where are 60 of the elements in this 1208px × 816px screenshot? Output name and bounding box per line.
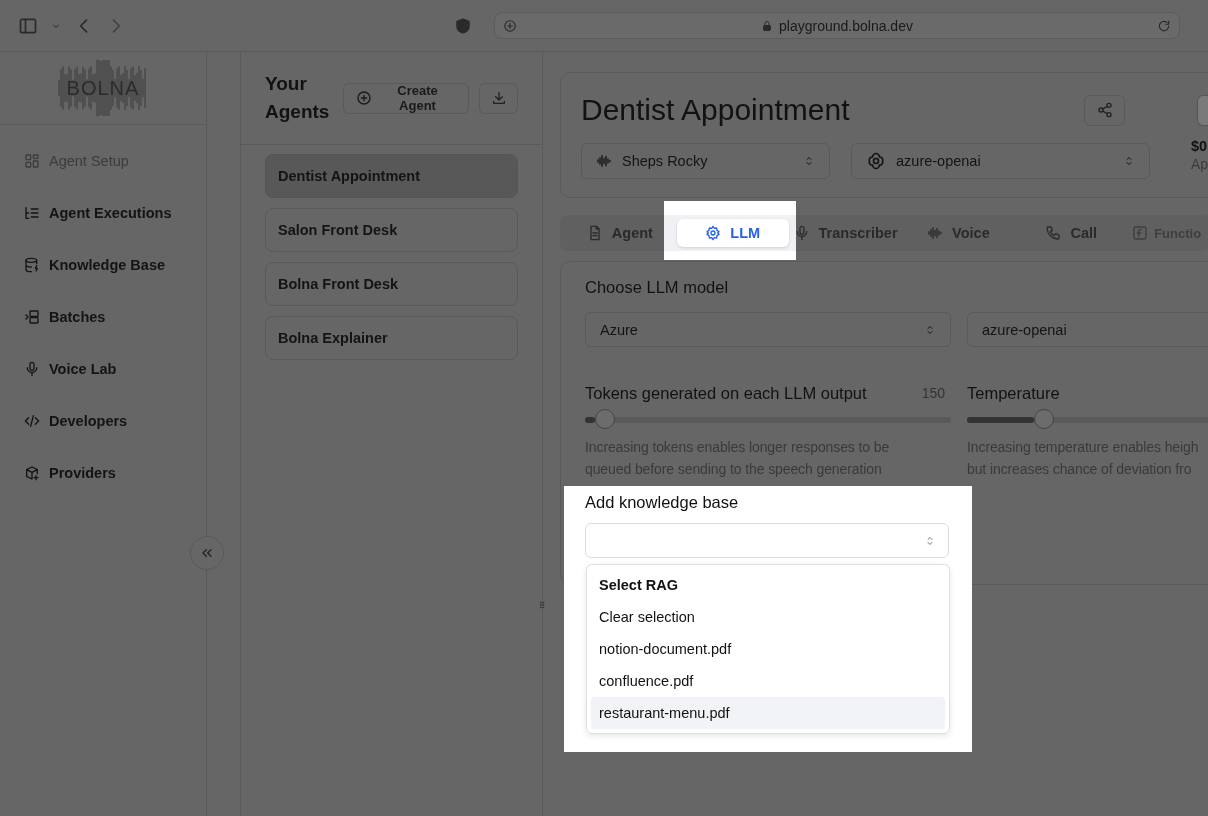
reload-icon <box>1157 18 1171 33</box>
menu-option[interactable]: confluence.pdf <box>591 665 945 697</box>
menu-option[interactable]: notion-document.pdf <box>591 633 945 665</box>
package-icon <box>24 465 40 481</box>
waveform-icon <box>596 153 612 169</box>
llm-select[interactable]: azure-openai <box>851 143 1150 179</box>
microphone-icon <box>24 361 40 377</box>
download-icon <box>490 90 507 106</box>
nav-item[interactable]: Knowledge Base <box>0 239 206 291</box>
download-button[interactable] <box>479 82 518 114</box>
phone-icon <box>1045 225 1062 241</box>
model-select[interactable]: azure-openai <box>967 312 1208 347</box>
tab[interactable]: LLM <box>676 219 789 247</box>
voice-select[interactable]: Sheps Rocky <box>581 143 830 179</box>
nav-item[interactable]: Developers <box>0 395 206 447</box>
menu-option[interactable]: restaurant-menu.pdf <box>591 697 945 729</box>
agent-item[interactable]: Bolna Explainer <box>265 316 518 360</box>
plus-circle-icon <box>355 90 372 106</box>
nav-item[interactable]: Batches <box>0 291 206 343</box>
collapse-button[interactable] <box>190 536 224 570</box>
batches-icon <box>24 309 40 325</box>
lock-icon <box>761 19 774 32</box>
nav-item[interactable]: Agent Executions <box>0 187 206 239</box>
section-title: Choose LLM model <box>585 278 730 298</box>
function-icon <box>1132 225 1149 241</box>
gear-icon <box>705 225 722 241</box>
waveform-icon <box>927 225 944 241</box>
menu-option[interactable]: Clear selection <box>591 601 945 633</box>
field-label: Add knowledge base <box>585 493 739 512</box>
list-icon <box>24 205 40 221</box>
slider-label: Temperature <box>967 383 1060 403</box>
cost-value: $0 <box>1191 138 1208 154</box>
agent-item[interactable]: Bolna Front Desk <box>265 262 518 306</box>
agent-title: Dentist Appointment <box>581 93 851 127</box>
slider[interactable] <box>585 410 951 430</box>
flower-icon <box>866 151 886 171</box>
code-icon <box>24 413 40 429</box>
nav-item[interactable]: Voice Lab <box>0 343 206 395</box>
chevron-updown-icon <box>924 323 936 336</box>
panel-title: Your Agents <box>265 72 331 124</box>
nav-item[interactable]: Providers <box>0 447 206 499</box>
chevron-updown-icon <box>803 155 815 167</box>
create-agent-button[interactable]: Create Agent <box>342 82 470 114</box>
share-icon <box>1096 102 1113 118</box>
address-bar[interactable]: playground.bolna.dev <box>494 12 1180 39</box>
database-icon <box>24 257 40 273</box>
menu-heading: Select RAG <box>598 576 679 595</box>
grid-icon <box>24 153 40 169</box>
slider-thumb[interactable] <box>1033 409 1054 429</box>
chevron-updown-icon <box>1123 155 1135 167</box>
share-button[interactable] <box>1084 94 1125 126</box>
knowledge-base-select[interactable] <box>585 523 949 558</box>
plus-circle-icon <box>503 18 517 33</box>
chevron-updown-icon <box>924 534 936 547</box>
provider-select[interactable]: Azure <box>585 312 951 347</box>
slider-label: Tokens generated on each LLM output <box>585 383 867 403</box>
agent-item[interactable]: Salon Front Desk <box>265 208 518 252</box>
agent-item[interactable]: Dentist Appointment <box>265 154 518 198</box>
url-text: playground.bolna.dev <box>779 17 913 34</box>
slider-thumb[interactable] <box>595 409 616 429</box>
